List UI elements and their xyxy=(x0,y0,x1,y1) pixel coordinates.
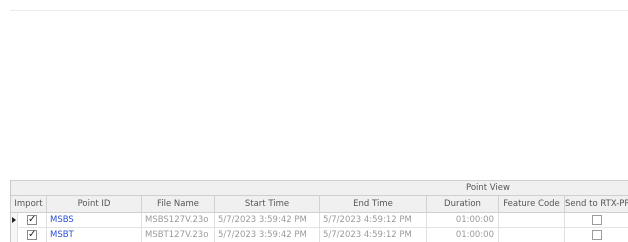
duration-cell[interactable]: 01:00:00 xyxy=(427,228,499,242)
current-row-arrow-icon xyxy=(12,217,16,223)
table-row[interactable]: MSBS MSBS127V.23o 5/7/2023 3:59:42 PM 5/… xyxy=(11,213,628,228)
send-to-rtx-pp-cell xyxy=(565,213,628,228)
import-checkbox[interactable] xyxy=(27,213,37,227)
end-time-cell[interactable]: 5/7/2023 4:59:12 PM xyxy=(320,213,427,228)
feature-code-cell[interactable] xyxy=(499,213,565,228)
end-time-cell[interactable]: 5/7/2023 4:59:12 PM xyxy=(320,228,427,242)
start-time-cell[interactable]: 5/7/2023 3:59:42 PM xyxy=(215,213,320,228)
duration-cell[interactable]: 01:00:00 xyxy=(427,213,499,228)
column-header-send-to-rtx-pp[interactable]: Send to RTX-PP xyxy=(565,196,628,213)
import-window: Point View Import Point ID File Name Sta… xyxy=(0,0,628,242)
map-view-panel xyxy=(10,10,628,180)
column-header-file-name[interactable]: File Name xyxy=(142,196,215,213)
column-header-row: Import Point ID File Name Start Time End… xyxy=(11,196,628,213)
column-header-point-id[interactable]: Point ID xyxy=(47,196,142,213)
row-selector[interactable] xyxy=(11,213,18,228)
send-to-rtx-pp-checkbox[interactable] xyxy=(592,230,602,240)
group-header-label: Point View xyxy=(466,183,510,193)
import-cell xyxy=(18,213,47,228)
send-to-rtx-pp-checkbox[interactable] xyxy=(592,215,602,225)
feature-code-cell[interactable] xyxy=(499,228,565,242)
column-header-duration[interactable]: Duration xyxy=(427,196,499,213)
group-header: Point View xyxy=(11,180,628,196)
point-id-cell[interactable]: MSBT xyxy=(47,228,142,242)
file-name-cell[interactable]: MSBT127V.23o xyxy=(142,228,215,242)
file-name-cell[interactable]: MSBS127V.23o xyxy=(142,213,215,228)
import-cell xyxy=(18,228,47,242)
send-to-rtx-pp-cell xyxy=(565,228,628,242)
column-header-start-time[interactable]: Start Time xyxy=(215,196,320,213)
start-time-cell[interactable]: 5/7/2023 3:59:42 PM xyxy=(215,228,320,242)
point-id-cell[interactable]: MSBS xyxy=(47,213,142,228)
column-header-feature-code[interactable]: Feature Code xyxy=(499,196,565,213)
import-checkbox[interactable] xyxy=(27,228,37,242)
column-header-end-time[interactable]: End Time xyxy=(320,196,427,213)
column-header-import[interactable]: Import xyxy=(11,196,47,213)
row-selector[interactable] xyxy=(11,228,18,242)
table-row[interactable]: MSBT MSBT127V.23o 5/7/2023 3:59:42 PM 5/… xyxy=(11,228,628,242)
points-grid: Point View Import Point ID File Name Sta… xyxy=(10,180,628,242)
